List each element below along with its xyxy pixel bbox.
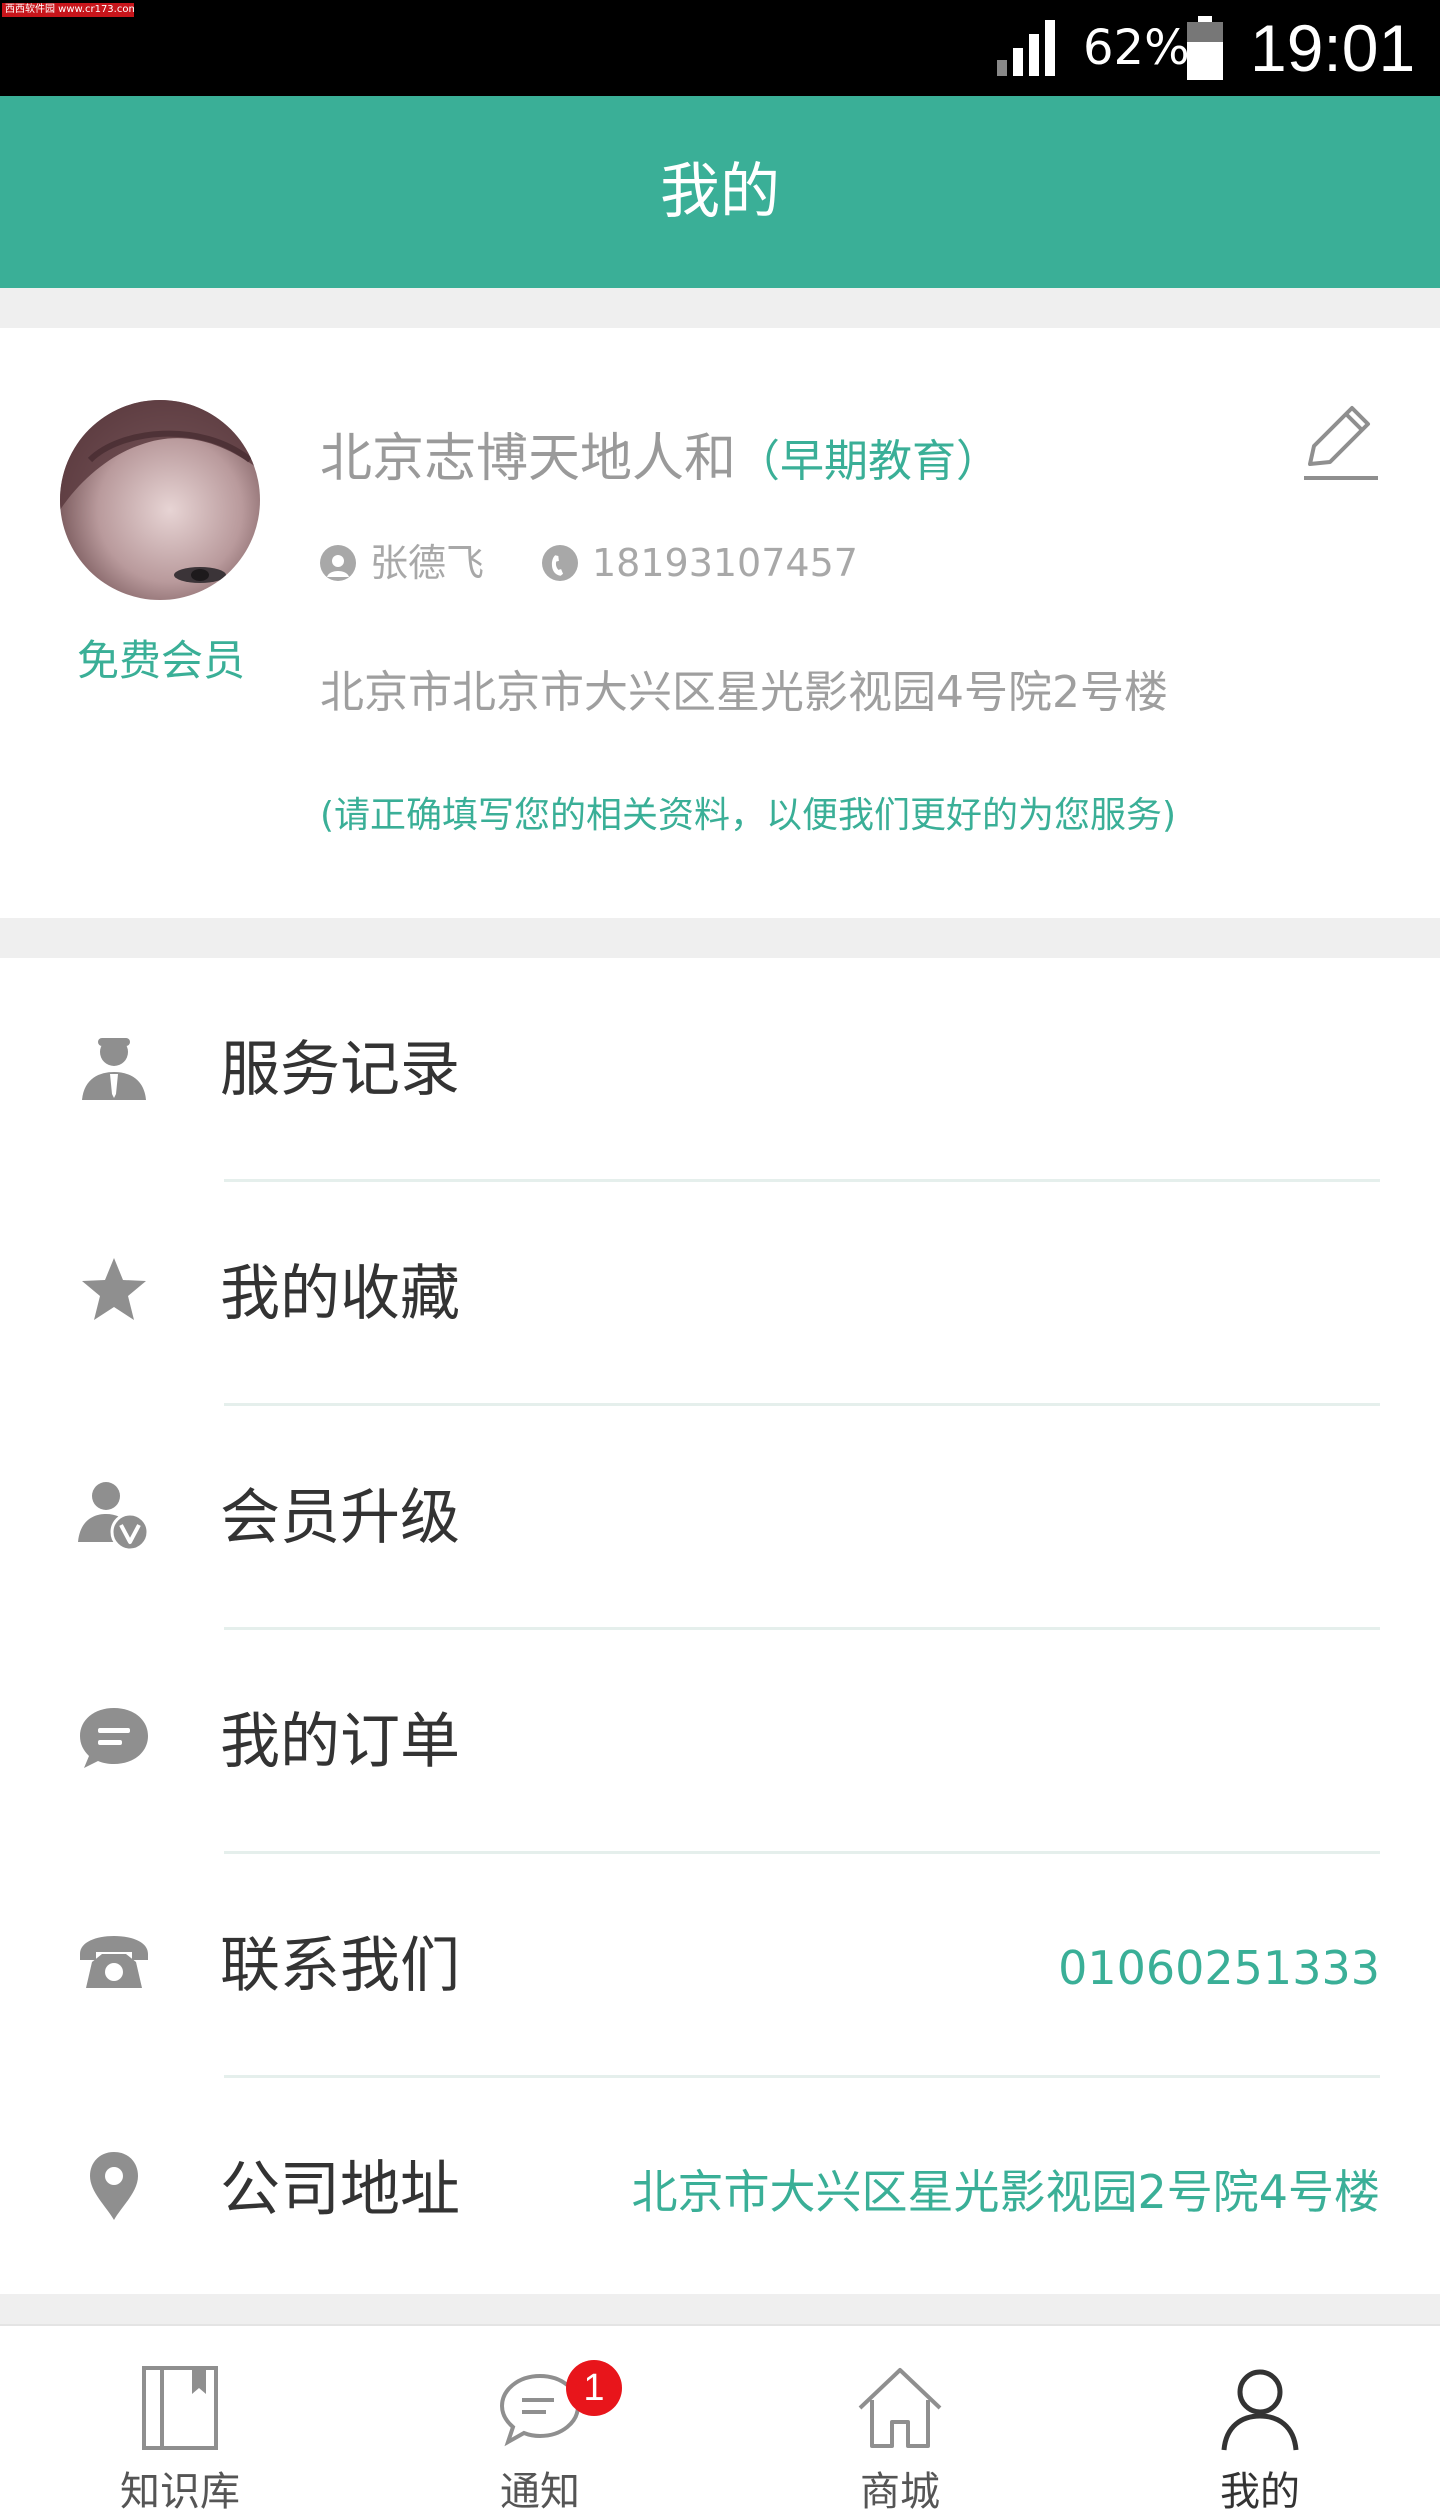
- location-pin-icon: [90, 2152, 138, 2220]
- person-icon: [320, 545, 356, 581]
- book-icon: [142, 2366, 218, 2450]
- tab-mall[interactable]: 商城: [720, 2326, 1080, 2510]
- member-v-icon: [78, 1482, 150, 1552]
- avatar[interactable]: [60, 400, 260, 600]
- menu-item-label: 公司地址: [220, 2155, 460, 2225]
- profile-hint: (请正确填写您的相关资料，以便我们更好的为您服务): [320, 795, 1177, 836]
- profile-card[interactable]: 免费会员 北京志博天地人和（早期教育） 张德飞 18193107457 北京市北…: [0, 328, 1440, 918]
- contact-name: 张德飞: [370, 541, 485, 585]
- tab-label: 我的: [1220, 2469, 1300, 2510]
- organization-line: 北京志博天地人和（早期教育）: [320, 424, 1000, 497]
- user-outline-icon: [1221, 2369, 1299, 2451]
- organization-type: （早期教育）: [736, 436, 1001, 487]
- menu-item-label: 会员升级: [220, 1483, 460, 1553]
- phone-small-icon: [542, 545, 578, 581]
- house-icon: [858, 2368, 942, 2448]
- menu-item-contact-us[interactable]: 联系我们 01060251333: [0, 1854, 1440, 2078]
- contact-phone: 18193107457: [592, 541, 858, 585]
- menu-item-label: 我的订单: [220, 1707, 460, 1777]
- phone-icon: [80, 1936, 148, 1988]
- tab-label: 知识库: [120, 2469, 240, 2510]
- watermark-logo: 西西软件园 www.cr173.com: [2, 3, 134, 17]
- tab-mine[interactable]: 我的: [1080, 2326, 1440, 2510]
- edit-pencil-icon[interactable]: [1300, 398, 1380, 484]
- signal-bars-icon: [997, 20, 1055, 76]
- profile-address: 北京市北京市大兴区星光影视园4号院2号楼: [320, 667, 1168, 718]
- tab-label: 商城: [860, 2469, 940, 2510]
- star-icon: [82, 1258, 146, 1320]
- battery-icon: [1187, 16, 1223, 80]
- company-address-value[interactable]: 北京市大兴区星光影视园2号院4号楼: [631, 2160, 1380, 2224]
- page-title: 我的: [660, 157, 780, 227]
- battery-percent: 62%: [1083, 20, 1190, 76]
- menu-item-orders[interactable]: 我的订单: [0, 1630, 1440, 1854]
- bottom-tab-bar: 知识库 1 通知 商城 我的: [0, 2324, 1440, 2510]
- menu-item-favorites[interactable]: 我的收藏: [0, 1182, 1440, 1406]
- menu-list: 服务记录 我的收藏 会员升级 我的订单 联系我们 01060251333 公司地…: [0, 958, 1440, 2294]
- menu-item-member-upgrade[interactable]: 会员升级: [0, 1406, 1440, 1630]
- avatar-photo: [60, 400, 260, 600]
- service-person-icon: [82, 1038, 146, 1100]
- status-bar: 西西软件园 www.cr173.com 62% 19:01: [0, 0, 1440, 96]
- member-level-label: 免费会员: [76, 636, 245, 685]
- app-header: 我的: [0, 96, 1440, 288]
- contact-phone-value[interactable]: 01060251333: [1058, 1936, 1380, 2000]
- menu-item-label: 联系我们: [220, 1931, 460, 2001]
- notification-badge: 1: [566, 2360, 622, 2416]
- organization-name: 北京志博天地人和: [320, 429, 737, 489]
- menu-item-service-records[interactable]: 服务记录: [0, 958, 1440, 1182]
- clock: 19:01: [1250, 11, 1416, 85]
- menu-item-label: 服务记录: [220, 1035, 460, 1105]
- tab-knowledge-base[interactable]: 知识库: [0, 2326, 360, 2510]
- menu-item-label: 我的收藏: [220, 1259, 460, 1329]
- menu-item-company-address[interactable]: 公司地址 北京市大兴区星光影视园2号院4号楼: [0, 2078, 1440, 2302]
- tab-notifications[interactable]: 1 通知: [360, 2326, 720, 2510]
- chat-bubble-icon: [80, 1708, 148, 1768]
- tab-label: 通知: [500, 2469, 580, 2510]
